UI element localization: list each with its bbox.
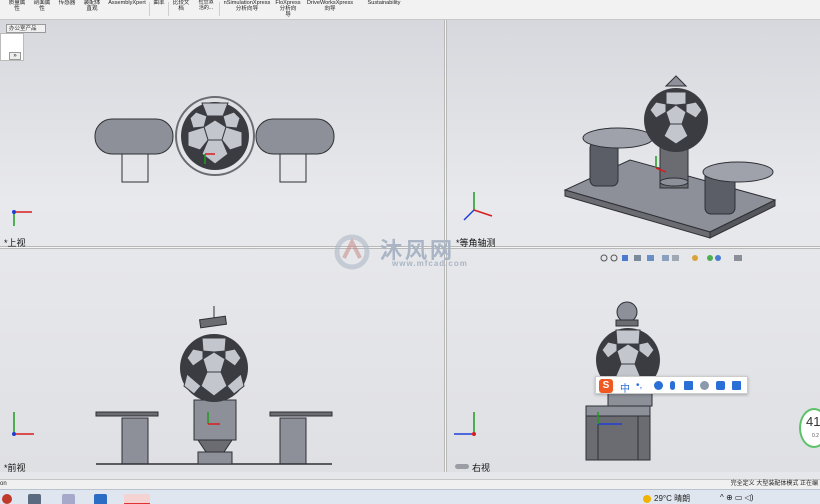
watermark-logo-icon	[334, 234, 370, 270]
ribbon-driveworksxpress[interactable]: DriveWorksXpress 向导	[304, 0, 356, 12]
ribbon-curvature[interactable]: 曲率	[151, 0, 167, 6]
toolbox-icon[interactable]	[732, 381, 741, 390]
mail-app-icon[interactable]	[94, 494, 107, 504]
view-label-isometric: *等角轴测	[456, 238, 496, 248]
toolbar-ribbon: 质量属 性 剖面属 性 传感器 装配体 直观 AssemblyXpert 曲率 …	[0, 0, 820, 20]
ime-toolbar[interactable]: S 中 •,	[595, 376, 748, 395]
view-label-front: *前视	[4, 463, 26, 473]
ribbon-separator	[149, 2, 150, 16]
ribbon-separator	[168, 2, 169, 16]
axis-triad-top	[12, 210, 32, 226]
expand-chevron-icon[interactable]: »	[9, 52, 21, 60]
weather-sun-icon	[643, 495, 651, 503]
emoji-icon[interactable]	[654, 381, 663, 390]
model-top-view[interactable]	[90, 92, 340, 190]
skin-icon[interactable]	[716, 381, 725, 390]
keyboard-icon[interactable]	[684, 381, 693, 390]
ribbon-floxpress[interactable]: FloXpress 分析向 导	[274, 0, 302, 18]
heads-up-view-toolbar[interactable]	[600, 252, 760, 264]
ribbon-mass-properties[interactable]: 质量属 性	[6, 0, 28, 12]
ribbon-section-properties[interactable]: 剖面属 性	[31, 0, 53, 12]
ribbon-assemblyxpert[interactable]: AssemblyXpert	[106, 0, 148, 6]
ribbon-assembly-visualization[interactable]: 装配体 直观	[80, 0, 104, 12]
weather-text[interactable]: 29°C 晴朗	[654, 493, 690, 504]
model-front-view[interactable]	[94, 302, 336, 468]
view-label-right-icon	[455, 464, 469, 469]
configuration-tab[interactable]: 办公室产品	[6, 24, 46, 33]
ime-language-toggle[interactable]: 中	[620, 380, 630, 395]
app-icon[interactable]	[62, 494, 75, 504]
sogou-logo-icon[interactable]: S	[599, 379, 613, 393]
task-view-icon[interactable]	[28, 494, 41, 504]
widget-sub-value: 0.2	[812, 433, 819, 439]
ribbon-simulationxpress[interactable]: nSimulationXpress 分析向导	[221, 0, 273, 12]
axis-triad-right	[454, 412, 476, 436]
windows-taskbar: 29°C 晴朗 ^ ⊕ ▭ ◁)	[0, 489, 820, 504]
axis-triad-isometric	[463, 192, 493, 221]
status-left-text: on	[0, 481, 7, 487]
view-label-right: 右视	[472, 463, 491, 473]
ribbon-separator	[219, 2, 220, 16]
view-label-top: *上视	[4, 238, 26, 248]
axis-triad-front	[12, 412, 34, 436]
system-tray-icons[interactable]: ^ ⊕ ▭ ◁)	[720, 493, 754, 502]
status-bar: on 完全定义 大型装配体模式 正在编	[0, 479, 820, 489]
model-isometric-view[interactable]	[560, 72, 780, 242]
microphone-icon[interactable]	[670, 381, 675, 390]
ribbon-check-active[interactable]: 检查激 活的...	[195, 0, 217, 11]
ribbon-sustainability[interactable]: Sustainability	[362, 0, 406, 6]
widget-value: 41	[806, 414, 820, 429]
status-right-text: 完全定义 大型装配体模式 正在编	[730, 481, 818, 487]
ime-punctuation-toggle[interactable]: •,	[636, 380, 642, 391]
ribbon-sensors[interactable]: 传感器	[56, 0, 78, 6]
watermark-url: www.mfcad.com	[392, 259, 468, 268]
ribbon-compare-documents[interactable]: 比较文 档	[170, 0, 192, 12]
start-button-icon[interactable]	[2, 494, 12, 504]
user-icon[interactable]	[700, 381, 709, 390]
solidworks-app-icon[interactable]	[124, 494, 150, 504]
